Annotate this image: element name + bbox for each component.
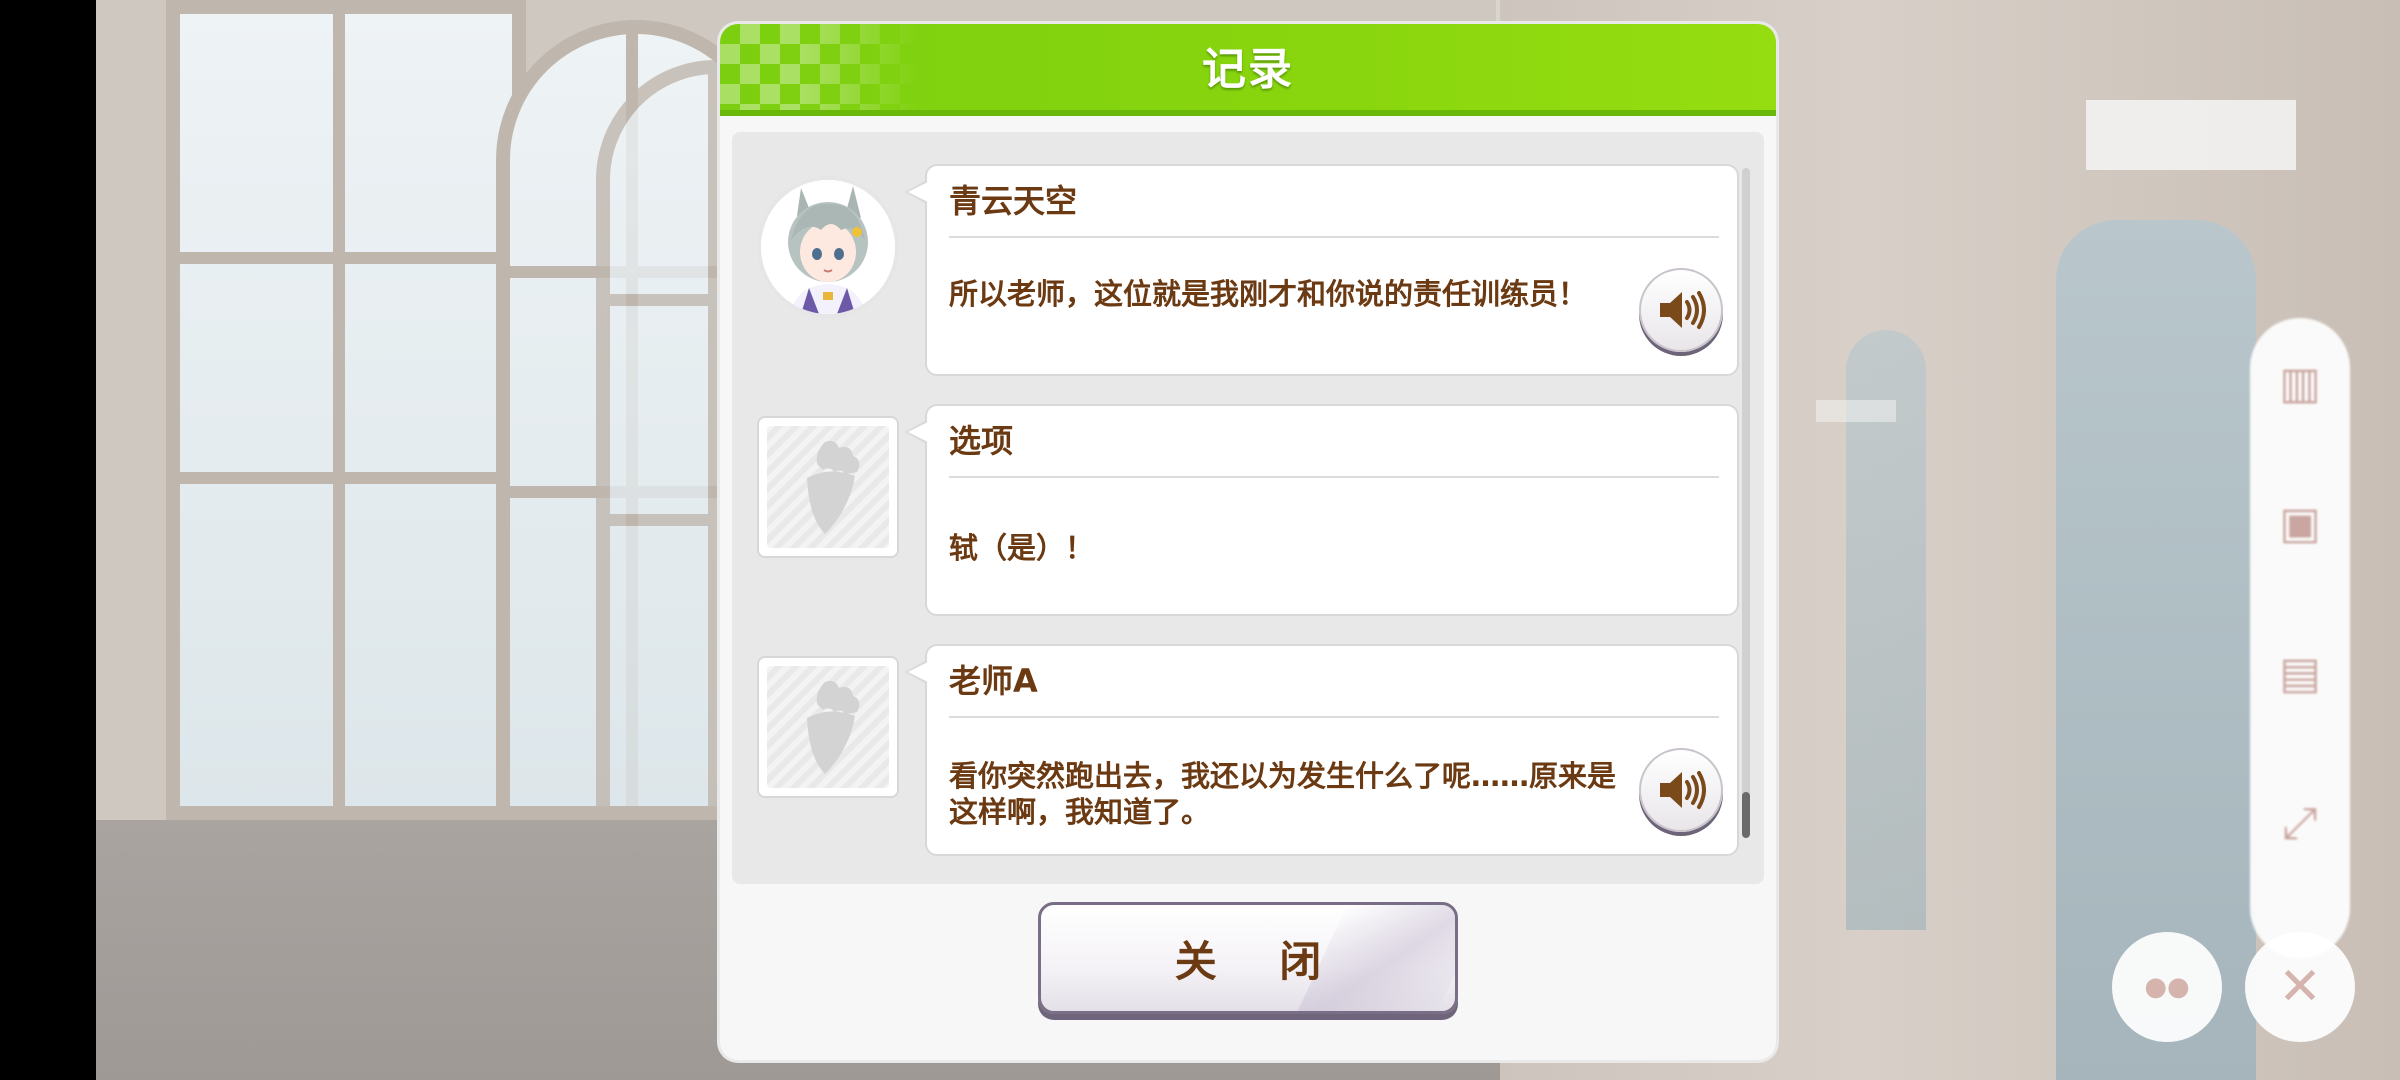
character-avatar — [757, 176, 899, 318]
log-entry: 老师A 看你突然跑出去，我还以为发生什么了呢……原来是这样啊，我知道了。 — [732, 644, 1764, 860]
dialogue-bubble: 青云天空 所以老师，这位就是我刚才和你说的责任训练员！ — [905, 164, 1739, 376]
dialog-title: 记录 — [1202, 44, 1294, 95]
menu-close-round-button: ✕ — [2245, 932, 2355, 1042]
log-list[interactable]: 青云天空 所以老师，这位就是我刚才和你说的责任训练员！ 选项 轼（是）！ 老师A… — [732, 132, 1764, 884]
background-sign — [1816, 400, 1896, 422]
close-button-label: 关 闭 — [1174, 936, 1346, 986]
scrollbar-thumb[interactable] — [1742, 792, 1750, 838]
voice-play-button[interactable] — [1639, 268, 1723, 352]
dialogue-bubble: 老师A 看你突然跑出去，我还以为发生什么了呢……原来是这样啊，我知道了。 — [905, 644, 1739, 856]
side-menu: ▥ ▣ ▤ ⤢ — [2250, 318, 2350, 958]
speaker-volume-icon — [1660, 771, 1706, 809]
speaker-name: 选项 — [949, 422, 1014, 460]
placeholder-portrait — [757, 656, 899, 798]
menu-round-button: ●● — [2112, 932, 2222, 1042]
log-entry: 选项 轼（是）！ — [732, 404, 1764, 620]
menu-icon-2: ▣ — [2279, 498, 2321, 549]
carrot-silhouette-icon — [807, 680, 860, 774]
bubble-divider — [949, 236, 1719, 238]
bubble-divider — [949, 476, 1719, 478]
menu-icon-3: ▤ — [2279, 648, 2321, 699]
background-window — [166, 0, 526, 820]
menu-icon-1: ▥ — [2279, 358, 2321, 409]
close-button[interactable]: 关 闭 — [1038, 902, 1458, 1014]
carrot-silhouette-icon — [807, 440, 860, 534]
dialogue-text: 轼（是）！ — [949, 531, 1095, 565]
log-entry: 青云天空 所以老师，这位就是我刚才和你说的责任训练员！ — [732, 164, 1764, 380]
bubble-divider — [949, 716, 1719, 718]
dialogue-text: 所以老师，这位就是我刚才和你说的责任训练员！ — [949, 277, 1588, 311]
dialogue-bubble: 选项 轼（是）！ — [905, 404, 1739, 616]
left-letterbox — [0, 0, 96, 1080]
placeholder-portrait — [757, 416, 899, 558]
log-scrollbar[interactable] — [1742, 168, 1750, 838]
dialogue-text: 看你突然跑出去，我还以为发生什么了呢……原来是这样啊，我知道了。 — [949, 759, 1617, 829]
speaker-name: 青云天空 — [949, 182, 1078, 220]
voice-play-button[interactable] — [1639, 748, 1723, 832]
background-sign — [2086, 100, 2296, 170]
speaker-name: 老师A — [949, 662, 1038, 700]
menu-icon-4: ⤢ — [2282, 798, 2318, 849]
speaker-volume-icon — [1660, 291, 1706, 329]
